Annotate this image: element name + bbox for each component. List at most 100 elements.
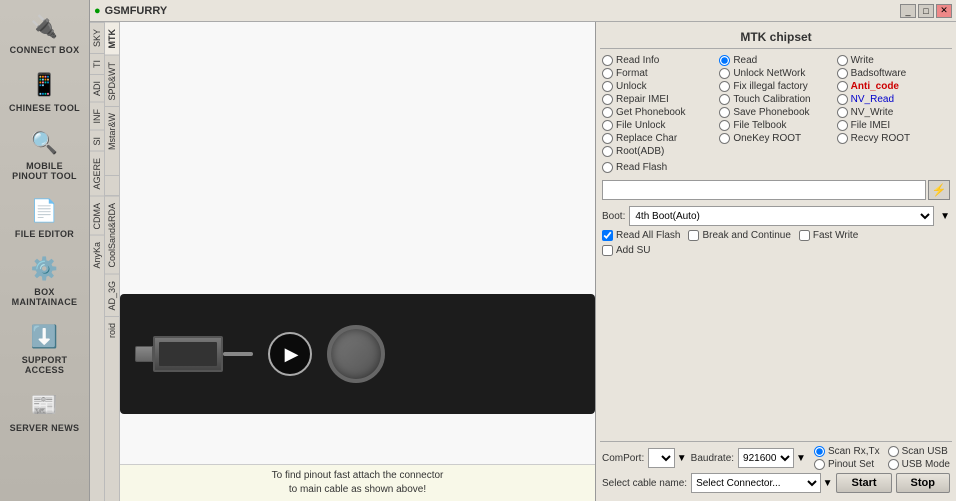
search-input[interactable] — [602, 180, 926, 200]
vtab-coolsand[interactable]: CoolSand&RDA — [105, 196, 119, 274]
sidebar-item-server-news[interactable]: 📰 SERVER NEWS — [5, 382, 85, 438]
boot-row: Boot: 4th Boot(Auto) ▼ — [602, 206, 950, 226]
mobile-pinout-icon: 🔍 — [25, 125, 65, 161]
vtab-inf[interactable]: INF — [90, 102, 104, 130]
app-title: GSMFURRY — [105, 5, 168, 17]
sidebar: 🔌 CONNECT BOX 📱 CHINESE TOOL 🔍 MOBILE PI… — [0, 0, 90, 501]
option-nv-read-label: NV_Read — [851, 94, 894, 105]
option-file-unlock-label: File Unlock — [616, 120, 665, 131]
vtab-spdwt[interactable]: SPD&WT — [105, 55, 119, 107]
option-read-info-label: Read Info — [616, 55, 659, 66]
hint-line1: To find pinout fast attach the connector — [126, 469, 589, 483]
option-nv-write-label: NV_Write — [851, 107, 894, 118]
option-root-adb[interactable]: Root(ADB) — [602, 146, 715, 157]
hint-line2: to main cable as shown above! — [126, 483, 589, 497]
chinese-tool-icon: 📱 — [25, 67, 65, 103]
option-fix-illegal-label: Fix illegal factory — [733, 81, 807, 92]
com-port-select[interactable] — [648, 448, 675, 468]
check-break-continue-label: Break and Continue — [702, 230, 790, 241]
option-usb-mode-label: USB Mode — [902, 459, 950, 470]
option-unlock[interactable]: Unlock — [602, 81, 715, 92]
option-file-telbook[interactable]: File Telbook — [719, 120, 832, 131]
vtab-sky[interactable]: SKY — [90, 22, 104, 53]
vtab-si[interactable]: SI — [90, 130, 104, 152]
vtab-adi[interactable]: ADI — [90, 74, 104, 102]
option-read-info[interactable]: Read Info — [602, 55, 715, 66]
sidebar-item-box-maintainace[interactable]: ⚙️ BOX MAINTAINACE — [5, 246, 85, 312]
option-file-imei[interactable]: File IMEI — [837, 120, 950, 131]
play-button[interactable]: ▶ — [268, 332, 312, 376]
check-read-all-flash-label: Read All Flash — [616, 230, 680, 241]
option-write-label: Write — [851, 55, 874, 66]
sidebar-item-file-editor-label: FILE EDITOR — [15, 229, 74, 239]
vtab-anyka[interactable]: AnyKa — [90, 235, 104, 275]
option-read[interactable]: Read — [719, 55, 832, 66]
file-editor-icon: 📄 — [25, 193, 65, 229]
bottom-controls: ComPort: ▼ Baudrate: 921600 ▼ Scan Rx,Tx — [600, 441, 952, 497]
option-recvy-root[interactable]: Recvy ROOT — [837, 133, 950, 144]
option-write[interactable]: Write — [837, 55, 950, 66]
option-scan-rxtx[interactable]: Scan Rx,Tx — [814, 446, 880, 457]
option-unlock-network-label: Unlock NetWork — [733, 68, 805, 79]
check-break-continue[interactable]: Break and Continue — [688, 230, 790, 241]
option-save-phonebook-label: Save Phonebook — [733, 107, 809, 118]
minimize-button[interactable]: _ — [900, 4, 916, 18]
window-buttons: _ □ ✕ — [900, 4, 952, 18]
option-scan-rxtx-label: Scan Rx,Tx — [828, 446, 880, 457]
search-button[interactable]: ⚡ — [928, 180, 950, 200]
sidebar-item-connect-box[interactable]: 🔌 CONNECT BOX — [5, 4, 85, 60]
option-get-phonebook[interactable]: Get Phonebook — [602, 107, 715, 118]
server-news-icon: 📰 — [25, 387, 65, 423]
vtab-agere[interactable]: AGERE — [90, 151, 104, 196]
option-save-phonebook[interactable]: Save Phonebook — [719, 107, 832, 118]
sidebar-item-chinese-tool[interactable]: 📱 CHINESE TOOL — [5, 62, 85, 118]
vtab-ad3g[interactable]: AD_3G — [105, 274, 119, 317]
sidebar-item-mobile-pinout[interactable]: 🔍 MOBILE PINOUT TOOL — [5, 120, 85, 186]
vtab-col-1: SKY TI ADI INF SI AGERE CDMA AnyKa — [90, 22, 105, 501]
vtab-roid[interactable]: roid — [105, 316, 119, 344]
option-fix-illegal[interactable]: Fix illegal factory — [719, 81, 832, 92]
sidebar-item-support-access[interactable]: ⬇️ SUPPORT ACCESS — [5, 314, 85, 380]
option-format[interactable]: Format — [602, 68, 715, 79]
maximize-button[interactable]: □ — [918, 4, 934, 18]
option-pinout-set[interactable]: Pinout Set — [814, 459, 880, 470]
boot-select[interactable]: 4th Boot(Auto) — [629, 206, 934, 226]
option-file-unlock[interactable]: File Unlock — [602, 120, 715, 131]
option-read-flash-label: Read Flash — [616, 162, 667, 173]
option-anti-code-label: Anti_code — [851, 81, 899, 92]
option-nv-write[interactable]: NV_Write — [837, 107, 950, 118]
option-nv-read[interactable]: NV_Read — [837, 94, 950, 105]
vtab-mtk[interactable]: MTK — [105, 22, 119, 55]
option-file-imei-label: File IMEI — [851, 120, 890, 131]
check-fast-write[interactable]: Fast Write — [799, 230, 858, 241]
stop-button[interactable]: Stop — [896, 473, 950, 493]
option-usb-mode[interactable]: USB Mode — [888, 459, 950, 470]
option-scan-usb[interactable]: Scan USB — [888, 446, 950, 457]
com-port-label: ComPort: — [602, 453, 644, 464]
cable-label: Select cable name: — [602, 478, 687, 489]
baudrate-select[interactable]: 921600 — [738, 448, 794, 468]
sidebar-item-file-editor[interactable]: 📄 FILE EDITOR — [5, 188, 85, 244]
start-button[interactable]: Start — [836, 473, 891, 493]
close-button[interactable]: ✕ — [936, 4, 952, 18]
check-add-su[interactable]: Add SU — [602, 245, 650, 256]
option-replace-char[interactable]: Replace Char — [602, 133, 715, 144]
cable-select[interactable]: Select Connector... — [691, 473, 821, 493]
option-repair-imei[interactable]: Repair IMEI — [602, 94, 715, 105]
option-badsoftware[interactable]: Badsoftware — [837, 68, 950, 79]
vtab-mstarw[interactable]: Mstar&W — [105, 106, 119, 156]
option-read-flash[interactable]: Read Flash — [602, 162, 667, 173]
option-touch-calibration[interactable]: Touch Calibration — [719, 94, 832, 105]
cable-row: Select cable name: Select Connector... ▼… — [602, 473, 950, 493]
vtab-cdma[interactable]: CDMA — [90, 196, 104, 236]
option-replace-char-label: Replace Char — [616, 133, 677, 144]
option-get-phonebook-label: Get Phonebook — [616, 107, 686, 118]
connect-box-icon: 🔌 — [25, 9, 65, 45]
option-anti-code[interactable]: Anti_code — [837, 81, 950, 92]
option-onekey-root[interactable]: OneKey ROOT — [719, 133, 832, 144]
options-grid: Read Info Read Write Format Unlock NetWo… — [600, 53, 952, 159]
sidebar-item-mobile-pinout-label: MOBILE PINOUT TOOL — [8, 161, 82, 181]
vtab-ti[interactable]: TI — [90, 53, 104, 74]
option-unlock-network[interactable]: Unlock NetWork — [719, 68, 832, 79]
check-read-all-flash[interactable]: Read All Flash — [602, 230, 680, 241]
